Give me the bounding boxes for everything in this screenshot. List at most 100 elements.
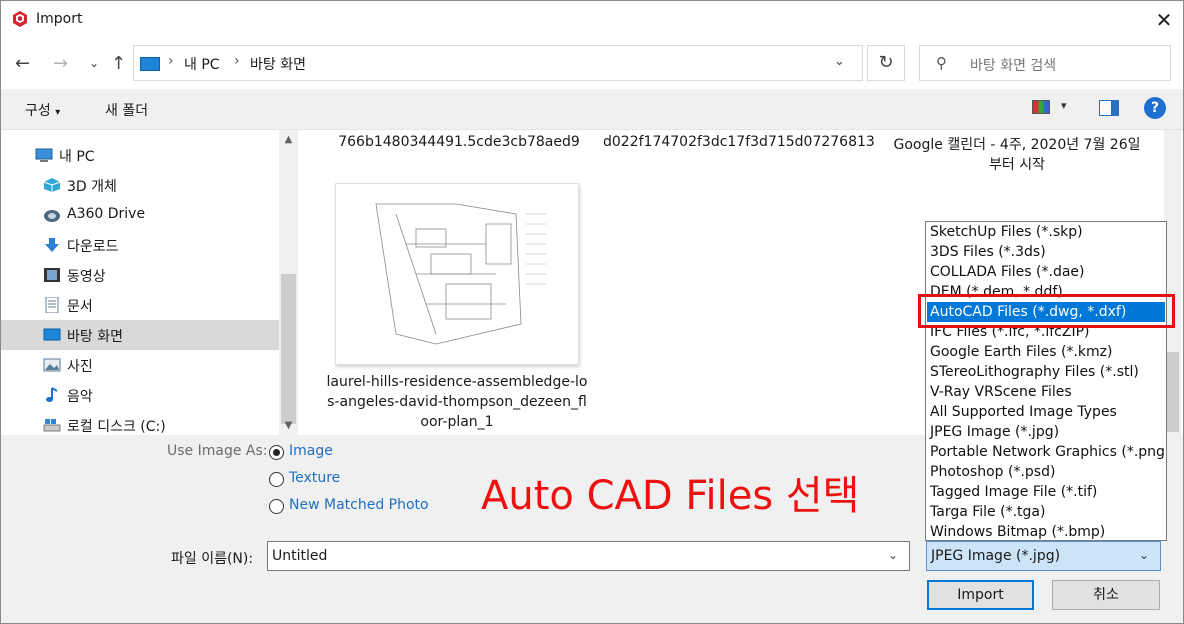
up-button[interactable]: ↑ [111, 53, 126, 74]
close-button[interactable]: ✕ [1149, 5, 1179, 35]
view-dropdown-icon[interactable]: ▾ [1061, 99, 1067, 112]
organize-label: 구성 [25, 103, 51, 119]
chevron-right-icon: › [168, 53, 174, 69]
sidebar-item-pc[interactable]: 내 PC [1, 140, 279, 170]
radio-new-matched-photo[interactable] [269, 499, 284, 514]
sidebar-item-documents[interactable]: 문서 [1, 290, 279, 320]
caret-down-icon: ▾ [55, 107, 61, 118]
chevron-down-icon: ⌄ [89, 56, 100, 70]
file-type-select[interactable]: JPEG Image (*.jpg) ⌄ [926, 541, 1161, 571]
file-type-dropdown-list: SketchUp Files (*.skp) 3DS Files (*.3ds)… [925, 221, 1167, 541]
forward-button[interactable]: → [53, 53, 68, 74]
file-item-name[interactable]: 766b1480344491.5cde3cb78aed9 [328, 134, 590, 150]
desktop-icon [43, 327, 61, 343]
radio-image-label[interactable]: Image [289, 443, 333, 459]
highlight-box [918, 294, 1175, 328]
sidebar-item-music[interactable]: 음악 [1, 380, 279, 410]
arrow-up-icon: ↑ [111, 53, 127, 74]
search-placeholder: 바탕 화면 검색 [970, 58, 1057, 74]
file-type-value: JPEG Image (*.jpg) [931, 548, 1061, 564]
file-item-name: oor-plan_1 [420, 414, 494, 430]
search-input[interactable]: ⚲ 바탕 화면 검색 [919, 45, 1171, 81]
sidebar-item-label: 로컬 디스크 (C:) [67, 419, 166, 435]
address-bar[interactable]: › 내 PC › 바탕 화면 ⌄ [133, 45, 863, 81]
file-list-scroll-thumb[interactable] [1166, 352, 1179, 432]
recent-locations-button[interactable]: ⌄ [89, 56, 99, 70]
sidebar-item-label: 문서 [67, 299, 93, 315]
view-options-icon[interactable] [1032, 100, 1050, 114]
sidebar-item-desktop[interactable]: 바탕 화면 [1, 320, 279, 350]
file-item-name: 부터 시작 [989, 157, 1045, 173]
import-button[interactable]: Import [927, 580, 1034, 610]
file-type-option[interactable]: STereoLithography Files (*.stl) [927, 362, 1165, 382]
sidebar-item-label: 음악 [67, 389, 93, 405]
filename-label: 파일 이름(N): [171, 551, 254, 567]
sidebar-item-a360-drive[interactable]: A360 Drive [1, 200, 279, 230]
sidebar-item-label: 3D 개체 [67, 179, 117, 195]
radio-texture-label[interactable]: Texture [289, 470, 340, 486]
sketchup-app-icon [11, 10, 29, 28]
file-type-option[interactable]: JPEG Image (*.jpg) [927, 422, 1165, 442]
cancel-button[interactable]: 취소 [1052, 580, 1160, 610]
window-title: Import [36, 11, 83, 27]
chevron-right-icon: › [234, 53, 240, 69]
sidebar-scroll-thumb[interactable] [281, 274, 296, 424]
3d-objects-icon [43, 177, 61, 193]
title-bar: Import ✕ [1, 1, 1183, 39]
file-type-option[interactable]: SketchUp Files (*.skp) [927, 222, 1165, 242]
sidebar-item-videos[interactable]: 동영상 [1, 260, 279, 290]
file-type-option[interactable]: Tagged Image File (*.tif) [927, 482, 1165, 502]
file-type-option[interactable]: All Supported Image Types [927, 402, 1165, 422]
chevron-down-icon: ⌄ [1139, 548, 1150, 562]
import-dialog: Import ✕ ← → ⌄ ↑ › 내 PC › 바탕 화면 ⌄ ↻ ⚲ 바탕… [0, 0, 1184, 624]
pc-icon [35, 147, 53, 163]
arrow-left-icon: ← [15, 53, 31, 74]
desktop-icon [140, 57, 160, 71]
picture-icon [43, 357, 61, 373]
address-dropdown-icon[interactable]: ⌄ [834, 54, 845, 69]
file-type-option[interactable]: Targa File (*.tga) [927, 502, 1165, 522]
radio-image[interactable] [269, 445, 284, 460]
sidebar-item-pictures[interactable]: 사진 [1, 350, 279, 380]
file-type-option[interactable]: 3DS Files (*.3ds) [927, 242, 1165, 262]
breadcrumb-pc[interactable]: 내 PC [184, 54, 220, 74]
sidebar-item-local-disk[interactable]: 로컬 디스크 (C:) [1, 410, 279, 440]
sidebar-item-downloads[interactable]: 다운로드 [1, 230, 279, 260]
file-item-name: s-angeles-david-thompson_dezeen_fl [327, 394, 587, 410]
refresh-button[interactable]: ↻ [867, 45, 905, 81]
organize-button[interactable]: 구성 ▾ [25, 100, 60, 120]
video-icon [43, 267, 61, 283]
file-type-option[interactable]: Photoshop (*.psd) [927, 462, 1165, 482]
file-item-name[interactable]: laurel-hills-residence-assembledge-lo [322, 374, 592, 390]
filename-input[interactable]: Untitled ⌄ [267, 541, 910, 571]
radio-texture[interactable] [269, 472, 284, 487]
file-thumbnail[interactable] [335, 183, 579, 365]
file-type-option[interactable]: Portable Network Graphics (*.png) [927, 442, 1165, 462]
file-item-name[interactable]: d022f174702f3dc17f3d715d07276813 [603, 134, 875, 150]
document-icon [43, 296, 61, 314]
file-type-option[interactable]: Google Earth Files (*.kmz) [927, 342, 1165, 362]
arrow-right-icon: → [53, 53, 69, 74]
annotation-text: Auto CAD Files 선택 [481, 473, 860, 519]
preview-pane-icon[interactable] [1099, 100, 1119, 116]
sidebar-item-label: A360 Drive [67, 206, 146, 222]
breadcrumb-desktop[interactable]: 바탕 화면 [250, 54, 306, 74]
scroll-up-icon[interactable]: ▲ [279, 134, 298, 145]
file-item-name[interactable]: Google 캘린더 - 4주, 2020년 7월 26일 [876, 134, 1158, 154]
file-type-option[interactable]: V-Ray VRScene Files [927, 382, 1165, 402]
file-type-option[interactable]: COLLADA Files (*.dae) [927, 262, 1165, 282]
radio-new-matched-photo-label[interactable]: New Matched Photo [289, 497, 429, 513]
a360-drive-icon [43, 207, 61, 223]
scroll-down-icon[interactable]: ▼ [279, 420, 298, 431]
music-icon [43, 387, 61, 403]
back-button[interactable]: ← [15, 53, 30, 74]
sidebar-scrollbar[interactable]: ▲ ▼ [279, 130, 298, 436]
refresh-icon: ↻ [878, 52, 894, 73]
download-icon [43, 237, 61, 253]
help-icon[interactable]: ? [1144, 97, 1166, 119]
sidebar-item-3d-objects[interactable]: 3D 개체 [1, 170, 279, 200]
chevron-down-icon[interactable]: ⌄ [888, 548, 898, 562]
new-folder-button[interactable]: 새 폴더 [105, 100, 148, 120]
file-type-option[interactable]: Windows Bitmap (*.bmp) [927, 522, 1165, 542]
search-icon: ⚲ [936, 54, 947, 72]
